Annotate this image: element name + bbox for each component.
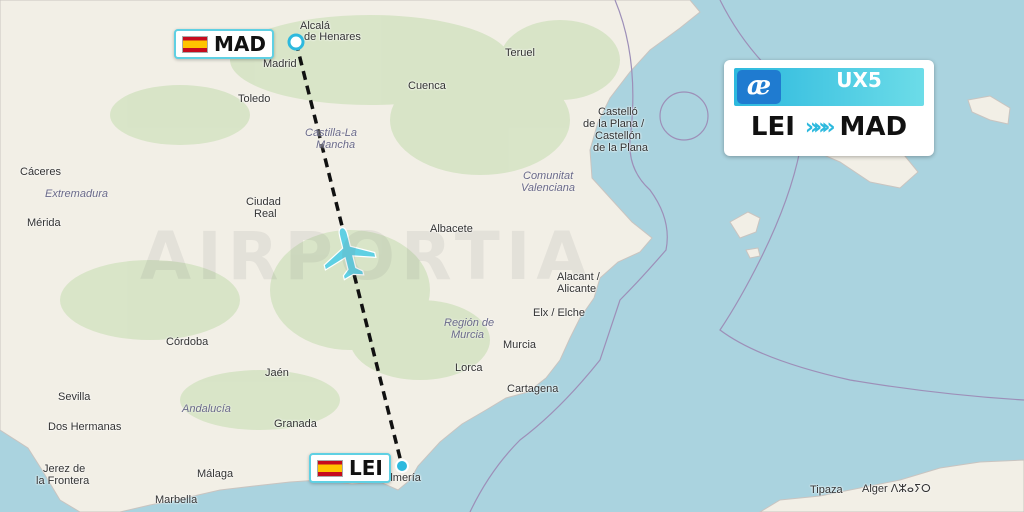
airport-marker-lei[interactable] (395, 459, 409, 473)
city-ciudad-real-2: Real (254, 208, 277, 220)
airport-label-lei[interactable]: LEI (309, 453, 391, 483)
city-sevilla: Sevilla (58, 391, 91, 403)
airport-label-mad[interactable]: MAD (174, 29, 274, 59)
city-marbella: Marbella (155, 494, 198, 506)
spain-flag-icon (182, 35, 208, 53)
flight-info-card[interactable]: æ UX5 LEI »»» MAD (724, 60, 934, 156)
origin-code: LEI (750, 112, 795, 142)
region-murcia-1: Región de (444, 317, 495, 329)
region-valenciana-1: Comunitat (523, 170, 574, 182)
city-alger: Alger ⴷⵣⴰⵢⵔ (862, 483, 931, 495)
city-tipaza: Tipaza (810, 484, 843, 496)
city-cordoba: Córdoba (166, 336, 209, 348)
city-elx: Elx / Elche (533, 307, 585, 319)
watermark: AIRPORTIA (140, 218, 594, 295)
city-toledo: Toledo (238, 93, 271, 105)
city-ciudad-real-1: Ciudad (246, 196, 281, 208)
spain-flag-icon (317, 459, 343, 477)
city-teruel: Teruel (505, 47, 535, 59)
city-madrid: Madrid (263, 58, 297, 70)
city-alicant-1: Alacant / (557, 271, 600, 283)
destination-code: MAD (839, 112, 908, 142)
city-castello-4: de la Plana (593, 142, 649, 154)
region-valenciana-2: Valenciana (521, 182, 576, 194)
region-andalucia: Andalucía (182, 403, 231, 415)
flight-card-header: æ UX5 (734, 68, 924, 106)
city-lorca: Lorca (455, 362, 483, 374)
city-granada: Granada (274, 418, 317, 430)
route-arrows-icon: »»» (804, 114, 836, 140)
city-castello-1: Castelló (598, 106, 638, 118)
airport-code-mad: MAD (214, 32, 266, 56)
region-castilla-2: Mancha (316, 139, 356, 151)
city-jaen: Jaén (265, 367, 289, 379)
city-henares: de Henares (304, 31, 361, 43)
city-murcia: Murcia (503, 339, 537, 351)
city-castello-2: de la Plana / (583, 118, 645, 130)
region-castilla-1: Castilla-La (305, 127, 357, 139)
city-cartagena: Cartagena (507, 383, 559, 395)
city-castello-3: Castellón (595, 130, 641, 142)
flight-route-summary: LEI »»» MAD (724, 112, 934, 142)
flight-number: UX5 (836, 68, 882, 92)
city-alicant-2: Alicante (557, 283, 597, 295)
airport-marker-mad[interactable] (287, 33, 305, 51)
airport-code-lei: LEI (349, 456, 383, 480)
region-murcia-2: Murcia (451, 329, 485, 341)
region-extremadura: Extremadura (45, 188, 108, 200)
city-albacete: Albacete (430, 223, 473, 235)
city-jerez-2: la Frontera (36, 475, 90, 487)
city-caceres: Cáceres (20, 166, 61, 178)
city-merida: Mérida (27, 217, 61, 229)
city-cuenca: Cuenca (408, 80, 446, 92)
city-dos-hermanas: Dos Hermanas (48, 421, 122, 433)
airline-logo-icon: æ (737, 70, 781, 104)
city-malaga: Málaga (197, 468, 234, 480)
city-jerez-1: Jerez de (43, 463, 86, 475)
